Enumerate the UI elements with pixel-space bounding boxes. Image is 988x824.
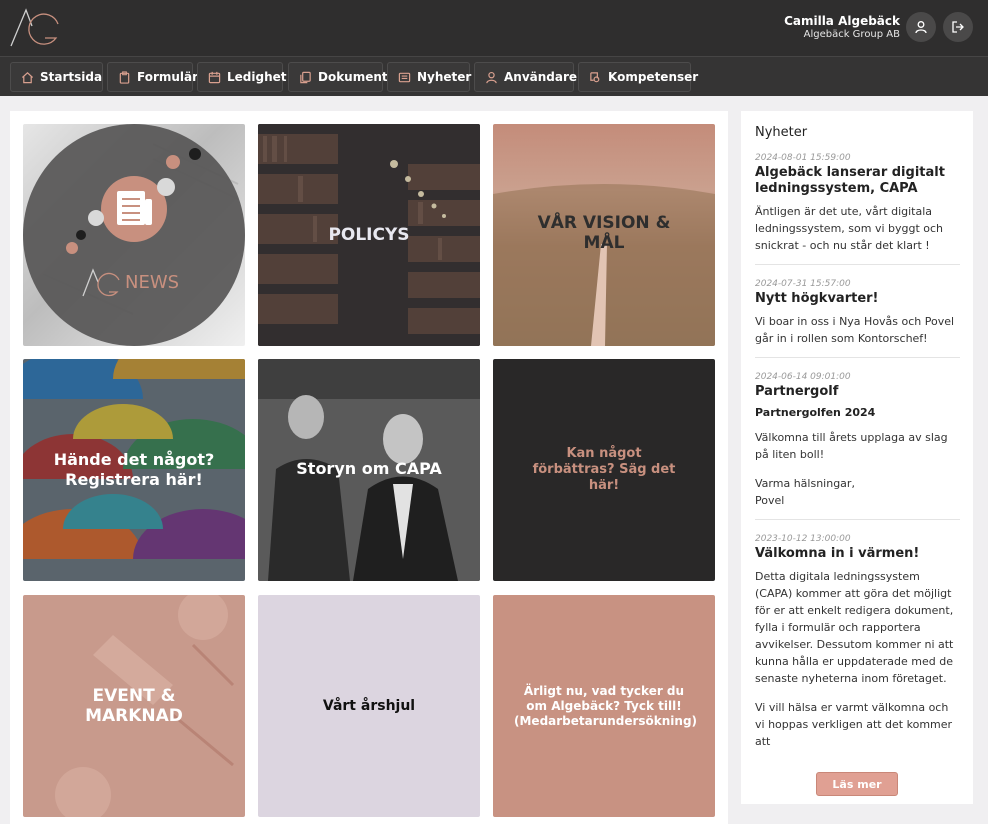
news-paragraph: Äntligen är det ute, vårt digitala ledni… bbox=[755, 205, 944, 252]
news-date: 2024-07-31 15:57:00 bbox=[755, 279, 851, 289]
newspaper-icon bbox=[398, 72, 411, 82]
tile-incident[interactable]: Hände det något? Registrera här! bbox=[23, 359, 245, 581]
tile-policys-label: POLICYS bbox=[328, 225, 410, 245]
user-info: Camilla Algebäck Algebäck Group AB bbox=[784, 14, 900, 41]
nav-dokument[interactable]: Dokument bbox=[288, 62, 388, 92]
tile-incident-label: Hände det något? Registrera här! bbox=[53, 450, 215, 489]
profile-button[interactable] bbox=[906, 12, 936, 42]
news-date: 2023-10-12 13:00:00 bbox=[755, 534, 851, 544]
read-more-button[interactable]: Läs mer bbox=[816, 772, 898, 796]
news-body: Detta digitala ledningssystem (CAPA) kom… bbox=[755, 568, 960, 750]
news-body: Vi boar in oss i Nya Hovås och Povel går… bbox=[755, 313, 960, 347]
nav-formular[interactable]: Formulär bbox=[107, 62, 198, 92]
user-name: Camilla Algebäck bbox=[784, 14, 900, 28]
news-graphic bbox=[23, 124, 245, 346]
user-company: Algebäck Group AB bbox=[803, 29, 900, 40]
news-body: Välkomna till årets upplaga av slag på l… bbox=[755, 429, 960, 509]
tile-news[interactable]: NEWS bbox=[23, 124, 245, 346]
nav-label: Kompetenser bbox=[608, 70, 699, 84]
documents-icon bbox=[300, 71, 311, 83]
news-date: 2024-06-14 09:01:00 bbox=[755, 372, 851, 382]
nav-label: Användare bbox=[504, 70, 578, 84]
news-subtitle: Partnergolfen 2024 bbox=[755, 406, 876, 419]
nav-nyheter[interactable]: Nyheter bbox=[387, 62, 472, 92]
user-icon bbox=[486, 71, 497, 83]
tile-improve[interactable]: Kan något förbättras? Säg det här! bbox=[493, 359, 715, 581]
tile-year-label: Vårt årshjul bbox=[322, 698, 416, 714]
news-sidebar: Nyheter 2024-08-01 15:59:00 Algebäck lan… bbox=[741, 111, 973, 804]
algeback-logo[interactable] bbox=[8, 4, 60, 52]
tile-event[interactable]: EVENT & MARKNAD bbox=[23, 595, 245, 817]
clipboard-icon bbox=[119, 70, 130, 84]
news-paragraph: Välkomna till årets upplaga av slag på l… bbox=[755, 431, 948, 461]
news-paragraph: Varma hälsningar, Povel bbox=[755, 477, 855, 507]
nav-label: Dokument bbox=[318, 70, 388, 84]
news-item[interactable]: 2023-10-12 13:00:00 Välkomna in i värmen… bbox=[755, 534, 960, 757]
top-bar: Camilla Algebäck Algebäck Group AB bbox=[0, 0, 988, 56]
tile-grid: NEWS POLICYS VÅR VISION & MÅL Hände det … bbox=[10, 111, 728, 824]
nav-anvandare[interactable]: Användare bbox=[474, 62, 578, 92]
news-paragraph: Vi boar in oss i Nya Hovås och Povel går… bbox=[755, 315, 955, 345]
tile-survey[interactable]: Ärligt nu, vad tycker du om Algebäck? Ty… bbox=[493, 595, 715, 817]
home-icon bbox=[21, 71, 34, 83]
news-date: 2024-08-01 15:59:00 bbox=[755, 153, 851, 163]
nav-label: Ledighet bbox=[227, 70, 287, 84]
sidebar-title: Nyheter bbox=[755, 125, 808, 140]
certificate-icon bbox=[590, 71, 600, 82]
news-item[interactable]: 2024-08-01 15:59:00 Algebäck lanserar di… bbox=[755, 153, 960, 265]
nav-ledighet[interactable]: Ledighet bbox=[197, 62, 287, 92]
nav-label: Formulär bbox=[137, 70, 199, 84]
nav-startsida[interactable]: Startsida bbox=[10, 62, 103, 92]
logout-button[interactable] bbox=[943, 12, 973, 42]
news-title[interactable]: Nytt högkvarter! bbox=[755, 291, 960, 307]
news-title[interactable]: Partnergolf bbox=[755, 384, 960, 400]
tile-vision[interactable]: VÅR VISION & MÅL bbox=[493, 124, 715, 346]
news-item[interactable]: 2024-06-14 09:01:00 Partnergolf Partnerg… bbox=[755, 372, 960, 520]
news-paragraph: Detta digitala ledningssystem (CAPA) kom… bbox=[755, 570, 954, 685]
nav-kompetenser[interactable]: Kompetenser bbox=[578, 62, 698, 92]
tile-story[interactable]: Storyn om CAPA bbox=[258, 359, 480, 581]
tile-event-label: EVENT & MARKNAD bbox=[85, 686, 183, 726]
news-list[interactable]: 2024-08-01 15:59:00 Algebäck lanserar di… bbox=[755, 153, 960, 757]
nav-label: Nyheter bbox=[417, 70, 472, 84]
main-navigation: Startsida Formulär Ledighet Dokument Nyh… bbox=[0, 56, 988, 96]
news-item[interactable]: 2024-07-31 15:57:00 Nytt högkvarter! Vi … bbox=[755, 279, 960, 358]
tile-year-wheel[interactable]: Vårt årshjul bbox=[258, 595, 480, 817]
user-icon bbox=[915, 21, 927, 34]
news-title[interactable]: Algebäck lanserar digitalt ledningssyste… bbox=[755, 165, 960, 197]
tile-vision-label: VÅR VISION & MÅL bbox=[537, 212, 671, 253]
tile-policys[interactable]: POLICYS bbox=[258, 124, 480, 346]
tile-survey-label: Ärligt nu, vad tycker du om Algebäck? Ty… bbox=[514, 683, 698, 728]
tile-news-label: NEWS bbox=[125, 272, 180, 293]
tile-improve-label: Kan något förbättras? Säg det här! bbox=[532, 446, 676, 493]
logout-icon bbox=[952, 21, 964, 33]
news-title[interactable]: Välkomna in i värmen! bbox=[755, 546, 960, 562]
news-paragraph: Vi vill hälsa er varmt välkomna och vi h… bbox=[755, 701, 953, 748]
tile-story-label: Storyn om CAPA bbox=[296, 458, 442, 478]
nav-label: Startsida bbox=[40, 70, 103, 84]
calendar-icon bbox=[208, 71, 221, 83]
news-body: Äntligen är det ute, vårt digitala ledni… bbox=[755, 203, 960, 254]
